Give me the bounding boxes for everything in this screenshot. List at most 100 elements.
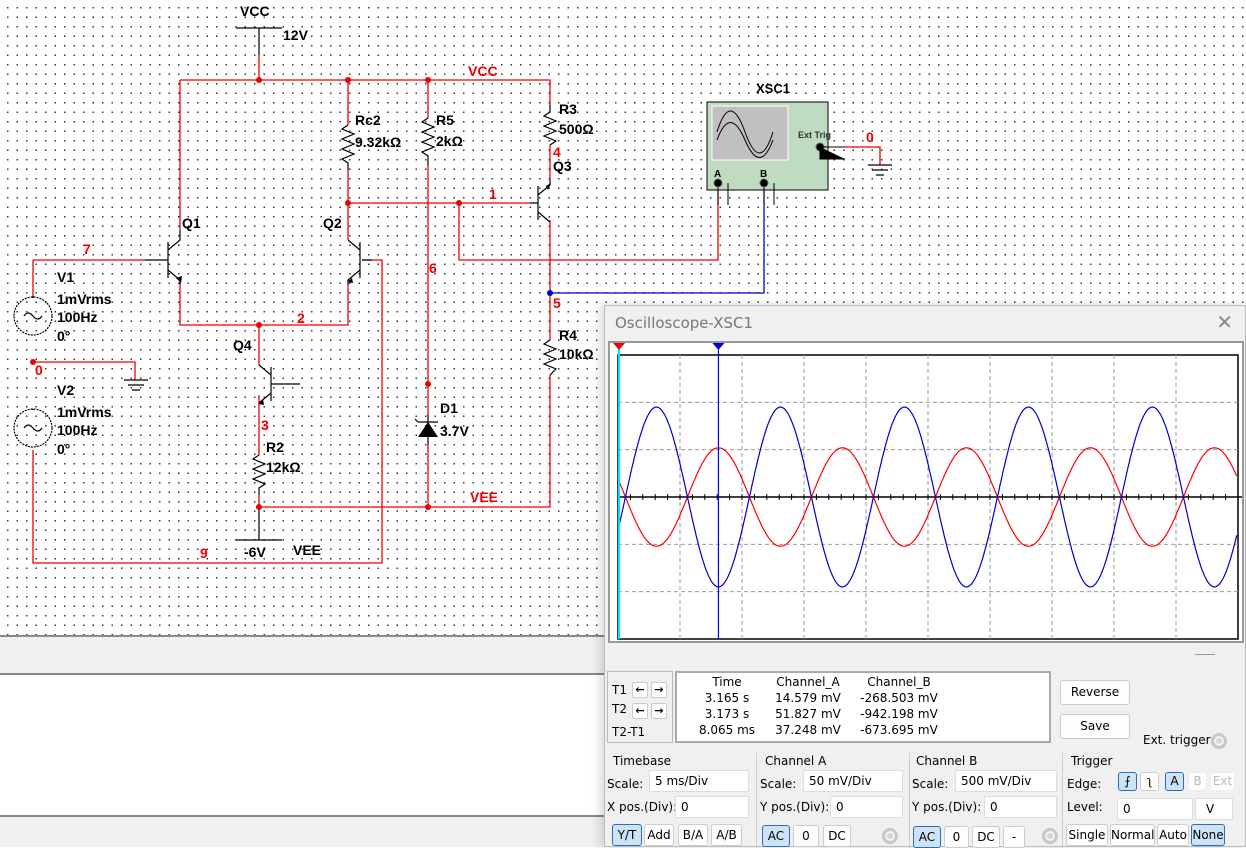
channel-b-scale-input[interactable]: 500 mV/Div <box>955 770 1057 792</box>
falling-edge-icon[interactable]: ʅ <box>1140 772 1159 791</box>
v2-amp: 1mVrms <box>57 404 112 420</box>
mode-ab-button[interactable]: A/B <box>711 824 742 846</box>
r4-value: 10kΩ <box>559 346 594 362</box>
q1-label: Q1 <box>182 215 201 231</box>
v1-freq: 100Hz <box>57 309 97 325</box>
channel-a-ac-button[interactable]: AC <box>762 825 790 847</box>
trigger-level-unit[interactable]: V <box>1195 798 1233 820</box>
xsc1-label: XSC1 <box>756 81 790 96</box>
cursor-1-handle-icon <box>613 343 625 350</box>
trigger-single-button[interactable]: Single <box>1066 824 1108 846</box>
mode-add-button[interactable]: Add <box>644 824 674 846</box>
channel-b-dc-button[interactable]: DC <box>972 826 1000 848</box>
r3-label: R3 <box>559 101 577 117</box>
t1-right-arrow-icon[interactable]: → <box>651 682 667 698</box>
cursor-readout: Time Channel_A Channel_B 3.165 s 14.579 … <box>675 671 1051 743</box>
dt-channel-a: 37.248 mV <box>775 723 841 737</box>
channel-a-ypos-label: Y pos.(Div): <box>760 800 830 814</box>
d1-zener <box>418 422 438 437</box>
timebase-title: Timebase <box>613 754 671 768</box>
edge-label: Edge: <box>1067 777 1102 791</box>
save-button[interactable]: Save <box>1060 714 1130 739</box>
channel-b-title: Channel B <box>916 754 978 768</box>
q4-symbol <box>258 364 300 404</box>
dt-channel-b: -673.695 mV <box>860 723 938 737</box>
spreadsheet-view <box>0 676 604 816</box>
timebase-scale-input[interactable]: 5 ms/Div <box>649 770 749 792</box>
t2-t1-label: T2-T1 <box>612 725 646 739</box>
v1-label: V1 <box>57 269 74 285</box>
channel-a-terminal[interactable] <box>882 828 898 844</box>
x-pos-label: X pos.(Div): <box>607 800 678 814</box>
mode-yt-button[interactable]: Y/T <box>612 824 642 846</box>
channel-b-invert-button[interactable]: - <box>1003 826 1025 848</box>
window-title: Oscilloscope-XSC1 <box>615 314 754 332</box>
timebase-scale-label: Scale: <box>607 777 644 791</box>
rising-edge-icon[interactable]: ⨍ <box>1118 772 1137 791</box>
v2-phase: 0° <box>57 441 70 457</box>
ext-trigger-label: Ext. trigger <box>1143 733 1211 747</box>
node-4: 4 <box>553 144 561 160</box>
t2-right-arrow-icon[interactable]: → <box>651 703 667 719</box>
terminal-a[interactable] <box>713 178 723 188</box>
wire-blue <box>550 190 765 294</box>
r3-resistor <box>542 105 558 146</box>
t2-channel-a: 51.827 mV <box>775 707 841 721</box>
trigger-level-input[interactable]: 0 <box>1117 798 1193 820</box>
t2-left-arrow-icon[interactable]: ← <box>632 703 648 719</box>
channel-a-ypos-input[interactable]: 0 <box>830 796 903 818</box>
r5-value: 2kΩ <box>436 133 463 149</box>
cursor-2-handle-icon <box>712 343 725 350</box>
oscilloscope-screen[interactable] <box>608 341 1244 643</box>
q3-label: Q3 <box>553 158 572 174</box>
mode-ba-button[interactable]: B/A <box>678 824 708 846</box>
xsc1-oscilloscope-symbol[interactable]: XSC1 Ext Trig A B <box>706 81 845 205</box>
vcc-value: 12V <box>283 27 309 43</box>
node-6: 6 <box>429 260 437 276</box>
status-bar <box>0 815 604 847</box>
trigger-none-button[interactable]: None <box>1191 824 1225 846</box>
ext-trigger-terminal[interactable] <box>1211 733 1227 749</box>
close-icon[interactable]: ✕ <box>1216 310 1233 334</box>
node-7: 7 <box>83 241 91 257</box>
terminal-b[interactable] <box>759 178 769 188</box>
t1-channel-a: 14.579 mV <box>775 691 841 705</box>
node-0: 0 <box>35 362 43 378</box>
channel-a-dc-button[interactable]: DC <box>823 825 851 847</box>
node-3: 3 <box>261 417 269 433</box>
r5-resistor <box>420 117 436 165</box>
reverse-button[interactable]: Reverse <box>1060 680 1130 705</box>
divider <box>756 753 757 848</box>
trigger-normal-button[interactable]: Normal <box>1110 824 1155 846</box>
rail-vee-label: VEE <box>470 489 498 505</box>
channel-b-zero-button[interactable]: 0 <box>944 826 969 848</box>
t1-channel-b: -268.503 mV <box>860 691 938 705</box>
node-9: 9 <box>200 545 208 561</box>
trigger-source-ext[interactable]: Ext <box>1210 772 1235 791</box>
trigger-auto-button[interactable]: Auto <box>1157 824 1189 846</box>
channel-a-zero-button[interactable]: 0 <box>793 825 819 847</box>
channel-a-title: Channel A <box>765 754 827 768</box>
header-channel-a: Channel_A <box>776 675 840 689</box>
x-pos-input[interactable]: 0 <box>675 796 749 818</box>
channel-b-ypos-input[interactable]: 0 <box>984 796 1057 818</box>
r3-value: 500Ω <box>559 121 594 137</box>
channel-b-terminal[interactable] <box>1042 828 1058 844</box>
resize-grip[interactable] <box>1195 654 1215 655</box>
vee-label: VEE <box>293 542 321 558</box>
trigger-source-a[interactable]: A <box>1165 772 1184 791</box>
q2-label: Q2 <box>323 215 342 231</box>
trigger-title: Trigger <box>1071 754 1113 768</box>
channel-b-ac-button[interactable]: AC <box>913 826 941 848</box>
v1-phase: 0° <box>57 328 70 344</box>
trigger-source-b[interactable]: B <box>1188 772 1207 791</box>
divider <box>909 753 910 848</box>
r2-resistor <box>251 454 267 495</box>
terminal-a-label: A <box>714 169 721 180</box>
channel-a-scale-input[interactable]: 50 mV/Div <box>803 770 903 792</box>
t1-left-arrow-icon[interactable]: ← <box>632 682 648 698</box>
channel-a-scale-label: Scale: <box>760 777 797 791</box>
node-1: 1 <box>489 186 497 202</box>
waveform-plot <box>613 343 1242 640</box>
r2-value: 12kΩ <box>266 459 301 475</box>
